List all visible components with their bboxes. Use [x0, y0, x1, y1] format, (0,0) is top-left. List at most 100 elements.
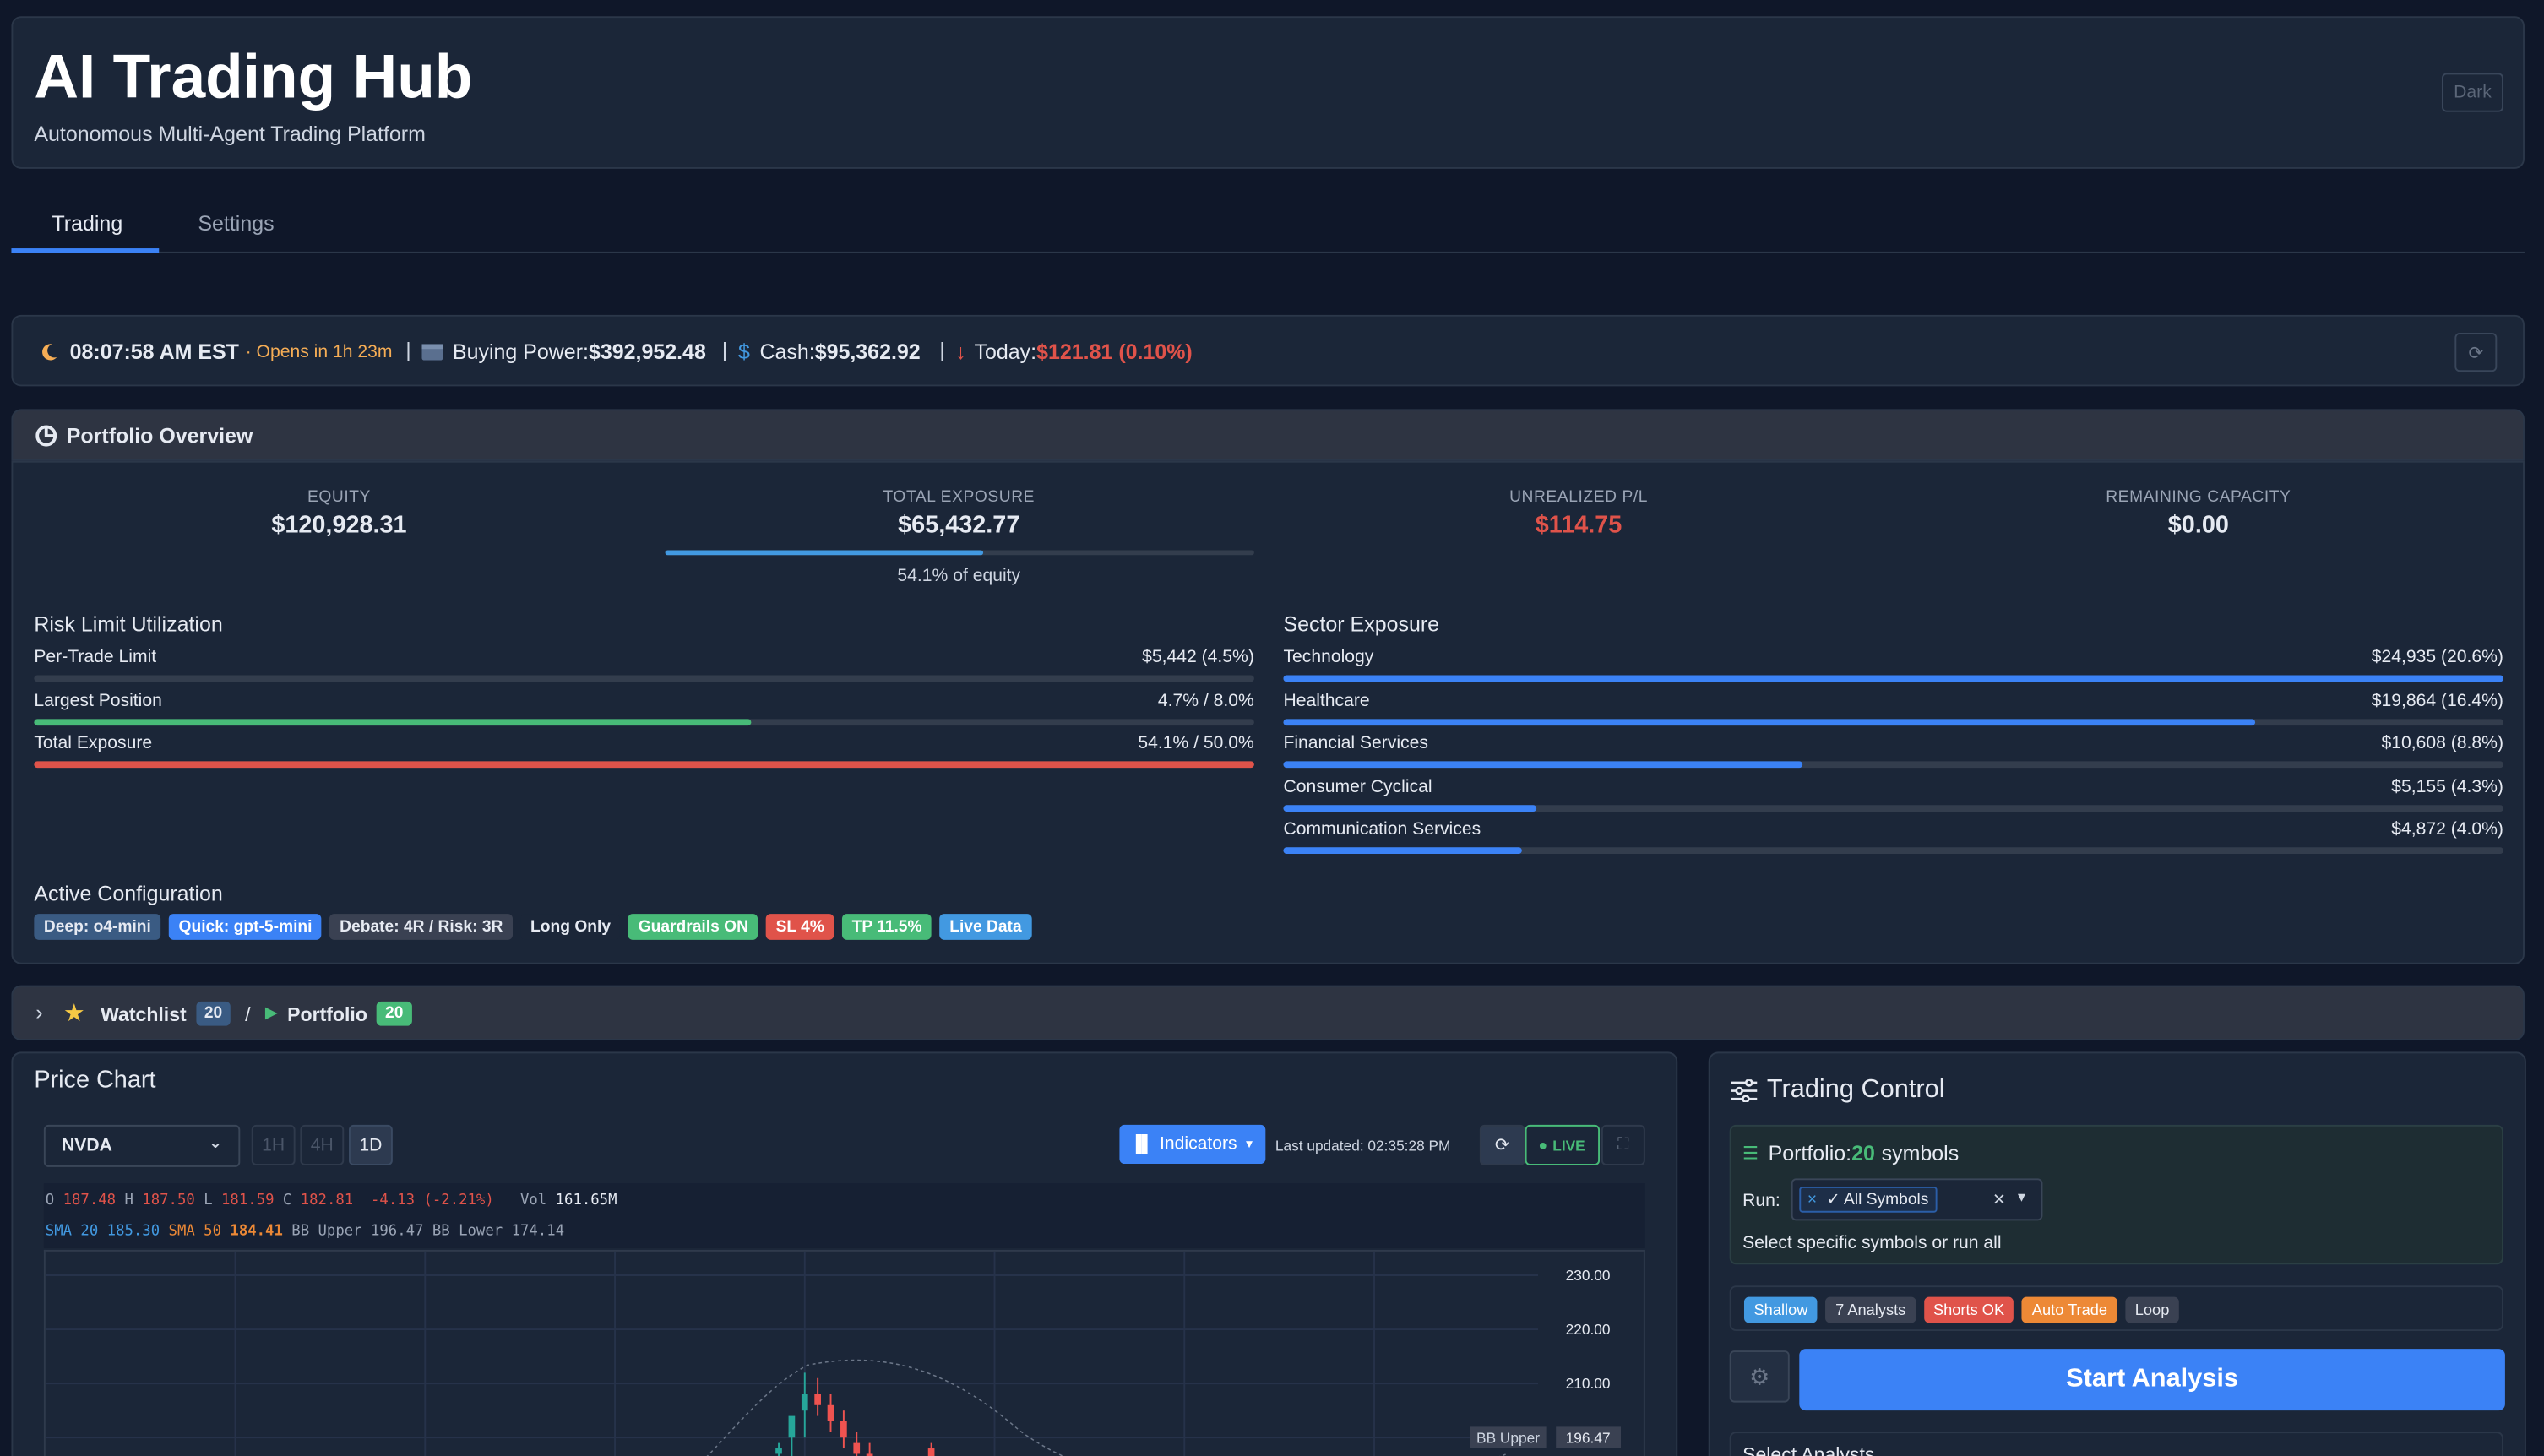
- refresh-account-button[interactable]: ⟳: [2454, 333, 2498, 372]
- candle-body: [827, 1404, 834, 1421]
- theme-toggle-button[interactable]: Dark: [2441, 73, 2503, 112]
- config-chip: Quick: gpt-5-mini: [169, 914, 323, 940]
- candle-body: [840, 1421, 847, 1438]
- sector-track: [1283, 675, 2503, 682]
- config-chip: Debate: 4R / Risk: 3R: [329, 914, 513, 940]
- risk-limit-value: $5,442 (4.5%): [1142, 647, 1254, 667]
- candle-body: [801, 1394, 808, 1411]
- total-exposure-value: $65,432.77: [898, 511, 1020, 540]
- app-header: AI Trading Hub Autonomous Multi-Agent Tr…: [11, 16, 2525, 169]
- config-chip: TP 11.5%: [842, 914, 932, 940]
- risk-limit-row: Total Exposure 54.1% / 50.0%: [34, 734, 1254, 773]
- bb-upper-value-tag: 196.47: [1556, 1426, 1621, 1448]
- unrealized-pl-stat: UNREALIZED P/L $114.75: [1270, 489, 1887, 540]
- symbol-select[interactable]: NVDA ⌄: [43, 1124, 241, 1167]
- run-option-chip: 7 Analysts: [1825, 1296, 1916, 1323]
- equity-value: $120,928.31: [271, 511, 407, 540]
- expand-icon: ⛶: [1617, 1136, 1629, 1154]
- portfolio-list-label: Portfolio: [287, 1002, 367, 1025]
- sector-row: Technology $24,935 (20.6%): [1283, 648, 2503, 687]
- remove-tag-icon[interactable]: ×: [1807, 1191, 1817, 1209]
- portfolio-count-badge: 20: [377, 1001, 412, 1026]
- chevron-right-icon: ›: [35, 999, 43, 1024]
- price-chart-panel: Price Chart NVDA ⌄ 1H 4H 1D ▐▌ Indicator…: [11, 1051, 1678, 1456]
- config-chip: Guardrails ON: [628, 914, 758, 940]
- tab-trading[interactable]: Trading: [52, 211, 122, 253]
- status-separator: |: [721, 337, 728, 362]
- moon-icon: [42, 343, 57, 360]
- settings-gear-button[interactable]: ⚙: [1729, 1350, 1790, 1403]
- tab-settings[interactable]: Settings: [198, 211, 274, 253]
- sector-exposure-title: Sector Exposure: [1283, 611, 1440, 637]
- sector-value: $5,155 (4.3%): [2391, 776, 2503, 796]
- caret-down-icon: ▼: [1243, 1138, 1255, 1150]
- run-label: Run:: [1742, 1191, 1780, 1211]
- cash-balance: $ Cash: $95,362.92: [738, 340, 921, 364]
- config-chip: SL 4%: [766, 914, 834, 940]
- today-pl: ↓ Today: $121.81 (0.10%): [955, 340, 1192, 364]
- exposure-percent-note: 54.1% of equity: [897, 566, 1021, 586]
- sector-name: Financial Services: [1283, 733, 1428, 753]
- market-open-countdown: · Opens in 1h 23m: [245, 341, 393, 361]
- unrealized-pl-value: $114.75: [1535, 511, 1623, 540]
- bb-upper-tag: BB Upper: [1470, 1426, 1547, 1448]
- exposure-progress-fill: [664, 550, 983, 556]
- sector-row: Financial Services $10,608 (8.8%): [1283, 734, 2503, 773]
- timeframe-1d-button[interactable]: 1D: [348, 1124, 393, 1165]
- active-config-title: Active Configuration: [34, 881, 223, 906]
- watchlist-summary: Watchlist 20 / ▶ Portfolio 20: [101, 1001, 412, 1026]
- equity-stat: EQUITY $120,928.31: [30, 489, 647, 540]
- live-label: LIVE: [1552, 1137, 1585, 1154]
- config-chip: Deep: o4-mini: [34, 914, 161, 940]
- trading-control-panel: Trading Control ☰ Portfolio: 20 symbols …: [1708, 1051, 2526, 1456]
- watchlist-toggle-bar[interactable]: › ★ Watchlist 20 / ▶ Portfolio 20: [11, 985, 2525, 1040]
- gear-icon: ⚙: [1749, 1362, 1770, 1389]
- market-time: 08:07:58 AM EST: [69, 339, 239, 364]
- symbol-select-value: NVDA: [61, 1136, 112, 1156]
- sliders-icon: [1731, 1079, 1758, 1103]
- start-analysis-button[interactable]: Start Analysis: [1799, 1349, 2505, 1411]
- star-icon: ★: [63, 999, 85, 1028]
- refresh-icon: ⟳: [1494, 1136, 1510, 1156]
- indicators-dropdown-button[interactable]: ▐▌ Indicators ▼: [1119, 1124, 1266, 1165]
- sector-fill: [1283, 675, 2503, 682]
- candle-body: [788, 1415, 796, 1438]
- sector-name: Consumer Cyclical: [1283, 776, 1432, 796]
- sector-fill: [1283, 847, 1522, 854]
- candlestick-chart[interactable]: 230.00220.00210.00200.00 BB Upper 196.47: [43, 1249, 1645, 1456]
- risk-limit-name: Total Exposure: [34, 733, 153, 753]
- chart-refresh-button[interactable]: ⟳: [1479, 1124, 1525, 1165]
- sector-value: $24,935 (20.6%): [2371, 647, 2503, 667]
- sector-track: [1283, 761, 2503, 769]
- buying-power: Buying Power: $392,952.48: [421, 339, 706, 364]
- sector-row: Communication Services $4,872 (4.0%): [1283, 820, 2503, 859]
- candle-body: [853, 1442, 861, 1454]
- run-symbols-select[interactable]: × ✓ All Symbols × ▼: [1791, 1178, 2043, 1221]
- status-separator: |: [939, 337, 945, 362]
- sector-name: Communication Services: [1283, 819, 1481, 839]
- status-separator: |: [405, 337, 411, 362]
- buying-power-value: $392,952.48: [588, 339, 706, 364]
- arrow-down-icon: ↓: [955, 339, 966, 364]
- caret-down-icon: ▼: [2014, 1189, 2029, 1205]
- risk-limit-title: Risk Limit Utilization: [34, 611, 223, 637]
- sector-value: $10,608 (8.8%): [2381, 733, 2503, 753]
- app-root: AI Trading Hub Autonomous Multi-Agent Tr…: [0, 0, 2544, 1456]
- pie-chart-icon: [35, 425, 57, 447]
- today-label: Today:: [974, 339, 1037, 364]
- account-status-bar: 08:07:58 AM EST · Opens in 1h 23m | Buyi…: [11, 314, 2525, 387]
- buying-power-label: Buying Power:: [452, 339, 589, 364]
- watchlist-label: Watchlist: [101, 1002, 187, 1025]
- total-exposure-stat: TOTAL EXPOSURE $65,432.77 54.1% of equit…: [650, 489, 1267, 586]
- portfolio-symbol-count: ☰ Portfolio: 20 symbols: [1742, 1141, 1959, 1165]
- timeframe-4h-button[interactable]: 4H: [300, 1124, 345, 1165]
- select-analysts-title: Select Analysts: [1742, 1442, 1875, 1456]
- y-axis-tick-label: 210.00: [1566, 1375, 1611, 1392]
- risk-limit-value: 54.1% / 50.0%: [1138, 733, 1254, 753]
- risk-limit-row: Largest Position 4.7% / 8.0%: [34, 691, 1254, 730]
- fullscreen-button[interactable]: ⛶: [1601, 1124, 1645, 1165]
- clear-selection-icon[interactable]: ×: [1993, 1187, 2006, 1211]
- select-analysts-box: Select Analysts: [1729, 1432, 2503, 1456]
- live-toggle-button[interactable]: LIVE: [1525, 1124, 1601, 1165]
- timeframe-1h-button[interactable]: 1H: [251, 1124, 296, 1165]
